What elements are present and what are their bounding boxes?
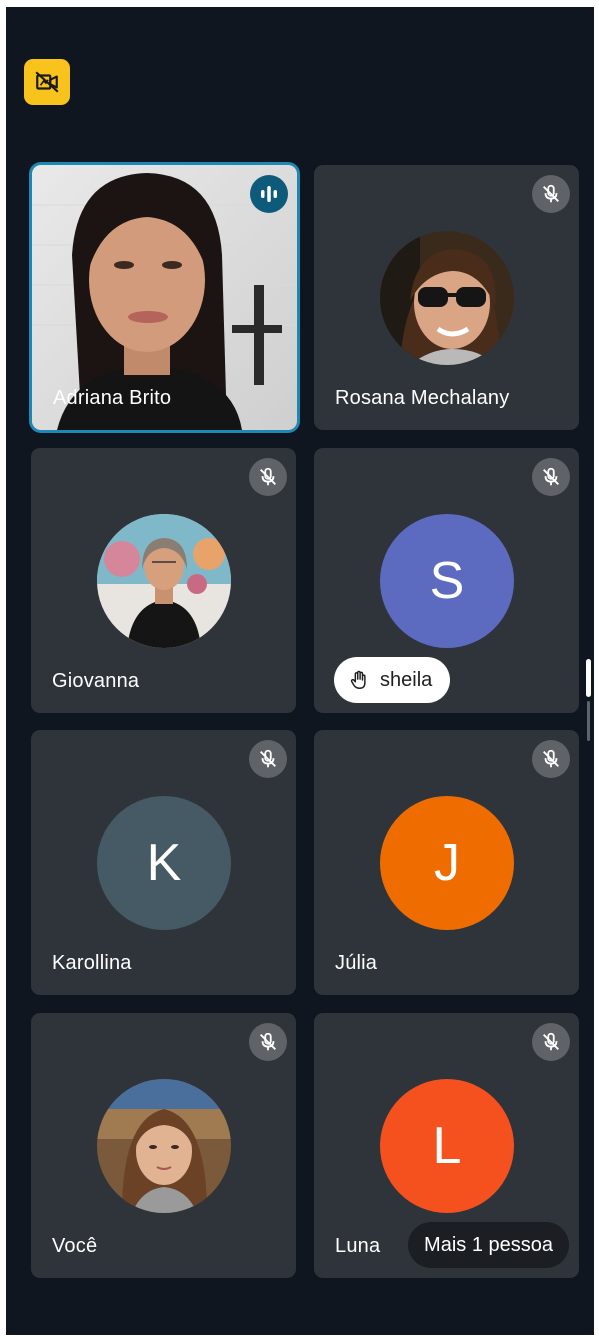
muted-indicator — [249, 1023, 287, 1061]
participant-tile-rosana[interactable]: Rosana Mechalany — [314, 165, 579, 430]
mic-off-icon — [543, 1032, 559, 1051]
meeting-screen: Adriana Brito Rosana Mechalany Giovanna … — [6, 7, 594, 1335]
avatar — [380, 231, 514, 365]
mic-off-icon — [260, 467, 276, 486]
raised-hand-icon — [350, 670, 366, 689]
participant-tile-karollina[interactable]: K Karollina — [31, 730, 296, 995]
avatar: S — [380, 514, 514, 648]
participant-tile-sheila[interactable]: S sheila — [314, 448, 579, 713]
avatar-photo — [380, 231, 514, 365]
muted-indicator — [532, 1023, 570, 1061]
participant-tile-giovanna[interactable]: Giovanna — [31, 448, 296, 713]
avatar-initial: J — [434, 834, 460, 892]
muted-indicator — [249, 458, 287, 496]
mic-off-icon — [260, 749, 276, 768]
muted-indicator — [532, 175, 570, 213]
participant-tile-voce[interactable]: Você — [31, 1013, 296, 1278]
mic-off-icon — [260, 1032, 276, 1051]
participant-name: Rosana Mechalany — [335, 387, 510, 409]
participant-name: Giovanna — [52, 670, 140, 692]
participant-tile-adriana[interactable]: Adriana Brito — [29, 162, 300, 433]
participant-name: Adriana Brito — [53, 387, 172, 409]
participant-name: Você — [52, 1235, 98, 1257]
avatar-initial: K — [146, 834, 182, 892]
mic-off-icon — [543, 467, 559, 486]
participant-name: Karollina — [52, 952, 132, 974]
participant-tile-luna[interactable]: L Luna Mais 1 pessoa — [314, 1013, 579, 1278]
muted-indicator — [532, 458, 570, 496]
avatar: J — [380, 796, 514, 930]
participant-name: Luna — [335, 1235, 381, 1257]
avatar-initial: L — [432, 1117, 462, 1175]
avatar-photo — [97, 1079, 231, 1213]
avatar — [97, 1079, 231, 1213]
participant-name: Júlia — [335, 952, 378, 974]
scrollbar-track[interactable] — [587, 701, 590, 741]
more-people-button[interactable]: Mais 1 pessoa — [408, 1222, 569, 1268]
speaking-indicator — [250, 175, 288, 213]
avatar: L — [380, 1079, 514, 1213]
avatar-photo — [97, 514, 231, 648]
muted-indicator — [532, 740, 570, 778]
avatar-initial: S — [429, 552, 465, 610]
muted-indicator — [249, 740, 287, 778]
participant-tile-julia[interactable]: J Júlia — [314, 730, 579, 995]
scrollbar-thumb[interactable] — [586, 659, 591, 697]
video-off-icon — [35, 71, 59, 93]
avatar — [97, 514, 231, 648]
camera-off-button[interactable] — [24, 59, 70, 105]
raised-hand-chip[interactable]: sheila — [334, 657, 451, 703]
mic-off-icon — [543, 749, 559, 768]
raised-hand-name: sheila — [380, 668, 433, 691]
avatar: K — [97, 796, 231, 930]
mic-off-icon — [543, 184, 559, 203]
audio-wave-icon — [261, 186, 277, 202]
